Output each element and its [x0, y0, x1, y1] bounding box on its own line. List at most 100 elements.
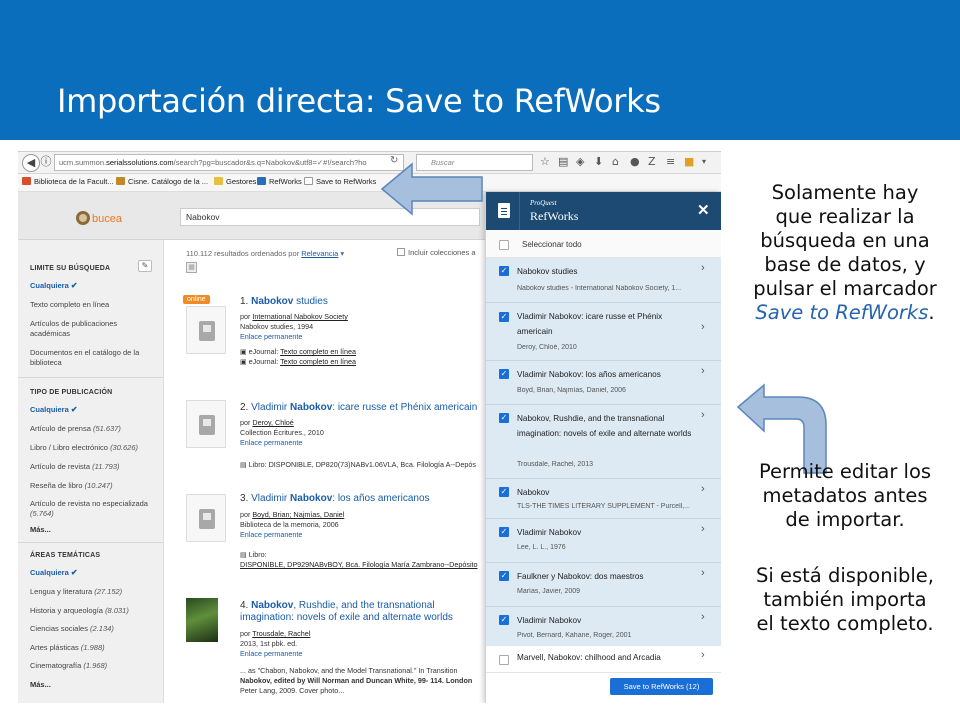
edit-icon[interactable]: ✎: [138, 260, 152, 272]
chevron-right-icon[interactable]: ›: [701, 321, 705, 333]
item-subtitle: Pivot, Bernard, Kahane, Roger, 2001: [517, 632, 632, 639]
document-icon: [498, 203, 510, 218]
result-source: 2013, 1st pbk. ed.: [240, 639, 298, 648]
result-source: Nabokov studies, 1994: [240, 322, 314, 331]
refworks-item[interactable]: ✓ Vladimir Nabokov Pivot, Bernard, Kahan…: [486, 607, 721, 651]
chat-icon[interactable]: ●: [630, 155, 640, 169]
refworks-brand: RefWorks: [530, 209, 579, 223]
result-thumbnail[interactable]: [186, 494, 226, 542]
facet-option[interactable]: Artículos de publicaciones académicas: [30, 319, 158, 339]
chevron-right-icon[interactable]: ›: [701, 483, 705, 495]
ejournal-link[interactable]: ▣ eJournal: Texto completo en línea: [240, 357, 488, 368]
refworks-item[interactable]: ✓ Vladimir Nabokov: los años americanos …: [486, 361, 721, 405]
slide-title: Importación directa: Save to RefWorks: [57, 82, 661, 120]
holding-link[interactable]: DISPONIBLE, DP929NABvBOY, Bca. Filología…: [240, 560, 488, 570]
folder-icon[interactable]: ■: [684, 155, 694, 169]
home-icon[interactable]: ⌂: [612, 155, 619, 169]
facet-option[interactable]: Lengua y literatura (27.152): [30, 587, 158, 597]
result-author: por Trousdale, Rachel: [240, 629, 311, 638]
result-title[interactable]: 1. Nabokov studies: [240, 296, 486, 308]
chevron-right-icon[interactable]: ›: [701, 409, 705, 421]
holding-link[interactable]: ▤ Libro: DISPONIBLE, DP820(73)NABv1.06VL…: [240, 460, 488, 471]
facet-option[interactable]: Artículo de prensa (51.637): [30, 424, 158, 434]
bookmark-item[interactable]: RefWorks: [257, 177, 302, 186]
bookmark-item[interactable]: Cisne. Catálogo de la ...: [116, 177, 208, 186]
facet-option[interactable]: Documentos en el catálogo de la bibliote…: [30, 348, 158, 368]
rss-icon[interactable]: ▦: [186, 262, 197, 273]
chevron-down-icon[interactable]: ▾: [702, 155, 706, 169]
areas-selected[interactable]: Cualquiera ✔: [30, 568, 158, 578]
zotero-icon[interactable]: Z: [648, 155, 656, 169]
facet-option[interactable]: Reseña de libro (10.247): [30, 481, 158, 491]
chevron-right-icon[interactable]: ›: [701, 523, 705, 535]
facet-option[interactable]: Artículo de revista (11.793): [30, 462, 158, 472]
close-icon[interactable]: ✕: [697, 201, 710, 219]
bookmark-save-to-refworks[interactable]: Save to RefWorks: [304, 177, 376, 186]
checkbox-checked-icon[interactable]: ✓: [499, 615, 509, 625]
holding-label: ▤ Libro:: [240, 550, 267, 559]
facet-option[interactable]: Cinematografía (1.968): [30, 661, 158, 671]
refworks-item[interactable]: ✓ Faulkner y Nabokov: dos maestros María…: [486, 563, 721, 607]
permalink[interactable]: Enlace permanente: [240, 530, 488, 540]
save-to-refworks-button[interactable]: Save to RefWorks (12): [610, 678, 713, 695]
item-subtitle: Nabokov studies - International Nabokov …: [517, 285, 682, 292]
checkbox-icon[interactable]: [499, 655, 509, 665]
limit-selected[interactable]: Cualquiera ✔: [30, 281, 158, 291]
more-link[interactable]: Más...: [30, 680, 158, 690]
result-thumbnail[interactable]: [186, 400, 226, 448]
result-title[interactable]: 4. Nabokov, Rushdie, and the transnation…: [240, 600, 486, 624]
download-icon[interactable]: ⬇: [594, 155, 603, 169]
item-title: Vladimir Nabokov: icare russe et Phénix …: [517, 312, 663, 336]
result-snippet: Peter Lang, 2009. Cover photo...: [240, 686, 345, 695]
limit-heading: LIMITE SU BÚSQUEDA: [30, 265, 111, 272]
checkbox-checked-icon[interactable]: ✓: [499, 413, 509, 423]
refworks-item[interactable]: ✓ Nabokov, Rushdie, and the transnationa…: [486, 405, 721, 479]
facet-option[interactable]: Libro / Libro electrónico (30.626): [30, 443, 158, 453]
facet-option[interactable]: Artes plásticas (1.988): [30, 643, 158, 653]
result-title[interactable]: 2. Vladimir Nabokov: icare russe et Phén…: [240, 402, 486, 414]
facet-option[interactable]: Historia y arqueología (8.031): [30, 606, 158, 616]
permalink[interactable]: Enlace permanente: [240, 332, 488, 342]
back-icon[interactable]: ◀: [22, 154, 40, 172]
checkbox-checked-icon[interactable]: ✓: [499, 266, 509, 276]
checkbox-checked-icon[interactable]: ✓: [499, 312, 509, 322]
chevron-right-icon[interactable]: ›: [701, 262, 705, 274]
bookmark-folder[interactable]: Gestores: [214, 177, 256, 186]
refworks-item-unchecked[interactable]: Marvell, Nabokov: chilhood and Arcadia ›: [486, 646, 721, 672]
checkbox-checked-icon[interactable]: ✓: [499, 369, 509, 379]
chevron-right-icon[interactable]: ›: [701, 365, 705, 377]
ejournal-link[interactable]: ▣ eJournal: Texto completo en línea: [240, 347, 488, 358]
bucea-logo[interactable]: bucea: [76, 208, 126, 228]
pocket-icon[interactable]: ◈: [576, 155, 584, 169]
facet-option[interactable]: Artículo de revista no especializada (5.…: [30, 499, 158, 519]
star-icon[interactable]: ☆: [540, 155, 550, 169]
result-thumbnail[interactable]: [186, 306, 226, 354]
permalink[interactable]: Enlace permanente: [240, 438, 488, 448]
refworks-item[interactable]: ✓ Vladimir Nabokov: icare russe et Phéni…: [486, 303, 721, 361]
info-icon[interactable]: ⓘ: [40, 154, 52, 172]
menu-icon[interactable]: ≡: [666, 155, 675, 169]
reading-list-icon[interactable]: ▤: [558, 155, 568, 169]
permalink[interactable]: Enlace permanente: [240, 649, 488, 659]
sort-dropdown[interactable]: Relevancia: [301, 249, 338, 258]
refworks-item[interactable]: ✓ Nabokov TLS-THE TIMES LITERARY SUPPLEM…: [486, 479, 721, 519]
chevron-right-icon[interactable]: ›: [701, 611, 705, 623]
result-title[interactable]: 3. Vladimir Nabokov: los años americanos: [240, 493, 486, 505]
checkbox-checked-icon[interactable]: ✓: [499, 527, 509, 537]
address-bar[interactable]: ucm.summon.serialssolutions.com/search?p…: [54, 154, 404, 171]
select-all-row[interactable]: Seleccionar todo: [486, 230, 721, 258]
chevron-right-icon[interactable]: ›: [701, 567, 705, 579]
chevron-right-icon[interactable]: ›: [701, 649, 705, 661]
type-selected[interactable]: Cualquiera ✔: [30, 405, 158, 415]
facet-option[interactable]: Texto completo en línea: [30, 300, 158, 310]
checkbox-checked-icon[interactable]: ✓: [499, 571, 509, 581]
checkbox-icon[interactable]: [499, 240, 509, 250]
book-cover-image[interactable]: [186, 598, 218, 642]
include-collections-checkbox[interactable]: Incluir colecciones a: [397, 248, 476, 257]
bookmark-item[interactable]: Biblioteca de la Facult...: [22, 177, 114, 186]
more-link[interactable]: Más...: [30, 525, 158, 535]
refworks-item[interactable]: ✓ Vladimir Nabokov Lee, L. L., 1976 ›: [486, 519, 721, 563]
refworks-item[interactable]: ✓ Nabokov studies Nabokov studies - Inte…: [486, 258, 721, 303]
checkbox-checked-icon[interactable]: ✓: [499, 487, 509, 497]
facet-option[interactable]: Ciencias sociales (2.134): [30, 624, 158, 634]
